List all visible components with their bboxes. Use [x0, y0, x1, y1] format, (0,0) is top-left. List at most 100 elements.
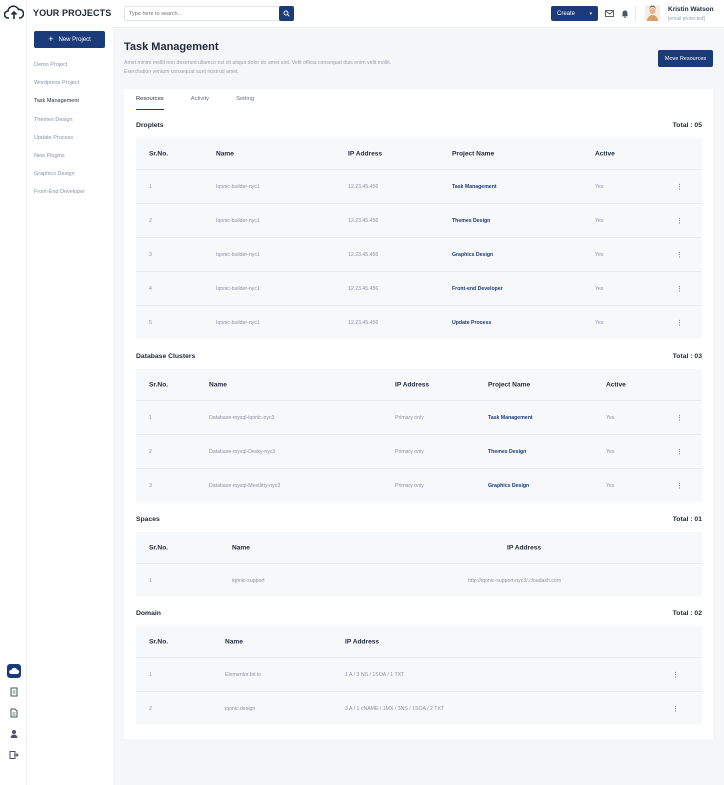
icon-rail: [0, 0, 27, 785]
cell-ip: Primary only: [395, 448, 424, 455]
col-project: Project Name: [452, 150, 495, 157]
table-row[interactable]: 5 Iqonic-builder-nyc1 12.23.45.456 Updat…: [136, 305, 702, 339]
col-ip: IP Address: [345, 638, 380, 645]
section-total: Total : 03: [672, 353, 702, 360]
move-resources-button[interactable]: Move Resources: [658, 50, 713, 67]
chevron-down-icon: ▾: [589, 10, 592, 17]
search-input[interactable]: [124, 6, 292, 21]
user-email: [email protected]: [668, 16, 705, 22]
cell-project-link[interactable]: Graphics Design: [452, 252, 493, 258]
sidebar-item-demo-project[interactable]: Demo Project: [34, 60, 112, 78]
bell-icon[interactable]: [621, 9, 629, 18]
col-ip: IP Address: [507, 544, 542, 551]
cell-ip: 12.23.45.456: [348, 319, 379, 326]
sidebar-item-task-management[interactable]: Task Management: [34, 96, 112, 114]
tab-resources[interactable]: Resources: [136, 96, 164, 110]
cell-name: Iqonic-builder-nyc1: [216, 319, 260, 326]
col-active: Active: [595, 150, 615, 157]
avatar[interactable]: [645, 5, 660, 21]
mail-icon[interactable]: [605, 10, 614, 17]
cloud-icon[interactable]: [6, 664, 21, 678]
col-ip: IP Address: [395, 381, 430, 388]
cell-project-link[interactable]: Themes Design: [452, 218, 490, 224]
cloud-upload-icon[interactable]: [4, 5, 24, 21]
more-vertical-icon[interactable]: ⋮: [672, 705, 679, 713]
cell-name: Database-mysql-Meetlitty-nyc3: [209, 482, 281, 489]
cell-project-link[interactable]: Themes Design: [488, 449, 526, 455]
more-vertical-icon[interactable]: ⋮: [676, 251, 683, 259]
table-row[interactable]: 3 Iqonic-builder-nyc1 12.23.45.456 Graph…: [136, 237, 702, 271]
col-srno: Sr.No.: [149, 638, 169, 645]
document-icon[interactable]: [7, 706, 21, 720]
cell-srno: 1: [149, 577, 152, 584]
more-vertical-icon[interactable]: ⋮: [676, 319, 683, 327]
cell-project-link[interactable]: Task Management: [488, 415, 533, 421]
resources-panel: Resources Activity Setting Droplets Tota…: [124, 89, 713, 739]
more-vertical-icon[interactable]: ⋮: [676, 448, 683, 456]
cell-project-link[interactable]: Task Management: [452, 184, 497, 190]
new-project-button[interactable]: + New Project: [34, 31, 105, 48]
create-button[interactable]: Create ▾: [551, 6, 598, 21]
section-title: Spaces: [136, 516, 160, 523]
cell-active: Yes: [595, 217, 604, 224]
more-vertical-icon[interactable]: ⋮: [676, 285, 683, 293]
cell-ip: http://iqonic-support-nyc3/.cloudash.com: [468, 577, 562, 584]
clipboard-icon[interactable]: [7, 685, 21, 699]
cell-project-link[interactable]: Graphics Design: [488, 483, 529, 489]
sidebar-item-wordpress-project[interactable]: Wordpress Project: [34, 78, 112, 96]
more-vertical-icon[interactable]: ⋮: [676, 217, 683, 225]
cell-ip: Primary only: [395, 414, 424, 421]
divider: [635, 6, 636, 22]
user-icon[interactable]: [7, 727, 21, 741]
table-header: Sr.No. Name IP Address Project Name Acti…: [136, 138, 702, 169]
more-vertical-icon[interactable]: ⋮: [676, 183, 683, 191]
section-title: Droplets: [136, 122, 164, 129]
sidebar-item-new-plugins[interactable]: New Plugins: [34, 151, 112, 169]
table-row[interactable]: 2 Database-mysql-Desky-nyc3 Primary only…: [136, 434, 702, 468]
search-button[interactable]: [279, 6, 294, 21]
table-row[interactable]: 2 iqonic.design 3 A / 1 cNAME / 1MX / 3N…: [136, 691, 702, 725]
user-name[interactable]: Kristin Watson: [668, 6, 714, 13]
cell-active: Yes: [595, 319, 604, 326]
section-title: Domain: [136, 610, 161, 617]
spaces-section: Spaces Total : 01 Sr.No. Name IP Address…: [136, 516, 702, 597]
cell-name: iqonic.design: [225, 705, 256, 712]
tab-activity[interactable]: Activity: [191, 96, 209, 110]
search-icon: [283, 10, 290, 17]
table-row[interactable]: 3 Database-mysql-Meetlitty-nyc3 Primary …: [136, 468, 702, 502]
exit-icon[interactable]: [7, 748, 21, 762]
cell-project-link[interactable]: Update Process: [452, 320, 491, 326]
cell-srno: 2: [149, 217, 152, 224]
cell-name: Elementor.bit.io: [225, 671, 261, 678]
table-row[interactable]: 1 Elementor.bit.io 1 A / 3 NS / 1SOA / 1…: [136, 657, 702, 691]
cell-srno: 3: [149, 482, 152, 489]
cell-name: Iqonic-builder-nyc1: [216, 251, 260, 258]
cell-ip: 12.23.45.456: [348, 217, 379, 224]
more-vertical-icon[interactable]: ⋮: [676, 414, 683, 422]
table-row[interactable]: 2 Iqonic-builder-nyc1 12.23.45.456 Theme…: [136, 203, 702, 237]
table-row[interactable]: 4 Iqonic-builder-nyc1 12.23.45.456 Front…: [136, 271, 702, 305]
sidebar-item-graphics-design[interactable]: Graphics Design: [34, 169, 112, 187]
domain-section: Domain Total : 02 Sr.No. Name IP Address…: [136, 610, 702, 725]
table-row[interactable]: 1 iqonic-support http://iqonic-support-n…: [136, 563, 702, 597]
cell-project-link[interactable]: Front-end Developer: [452, 286, 503, 292]
cell-active: Yes: [595, 251, 604, 258]
table-row[interactable]: 1 Database-mysql-iqonic-nyc3 Primary onl…: [136, 400, 702, 434]
tab-setting[interactable]: Setting: [236, 96, 254, 110]
section-total: Total : 05: [672, 122, 702, 129]
sidebar-item-front-end-developer[interactable]: Front-End Developer: [34, 187, 112, 205]
cell-ip: 12.23.45.456: [348, 251, 379, 258]
domain-table: Sr.No. Name IP Address 1 Elementor.bit.i…: [136, 626, 702, 725]
col-name: Name: [209, 381, 227, 388]
cell-srno: 1: [149, 414, 152, 421]
table-header: Sr.No. Name IP Address: [136, 532, 702, 563]
sidebar-item-themes-design[interactable]: Themes Design: [34, 115, 112, 133]
page-description: Amet minim mollit non deserunt ullamco e…: [124, 60, 392, 75]
droplets-section: Droplets Total : 05 Sr.No. Name IP Addre…: [136, 122, 702, 339]
sidebar-item-update-process[interactable]: Update Process: [34, 133, 112, 151]
col-name: Name: [232, 544, 250, 551]
table-row[interactable]: 1 Iqonic-builder-nyc1 12.23.45.456 Task …: [136, 169, 702, 203]
more-vertical-icon[interactable]: ⋮: [672, 671, 679, 679]
more-vertical-icon[interactable]: ⋮: [676, 482, 683, 490]
cell-srno: 5: [149, 319, 152, 326]
